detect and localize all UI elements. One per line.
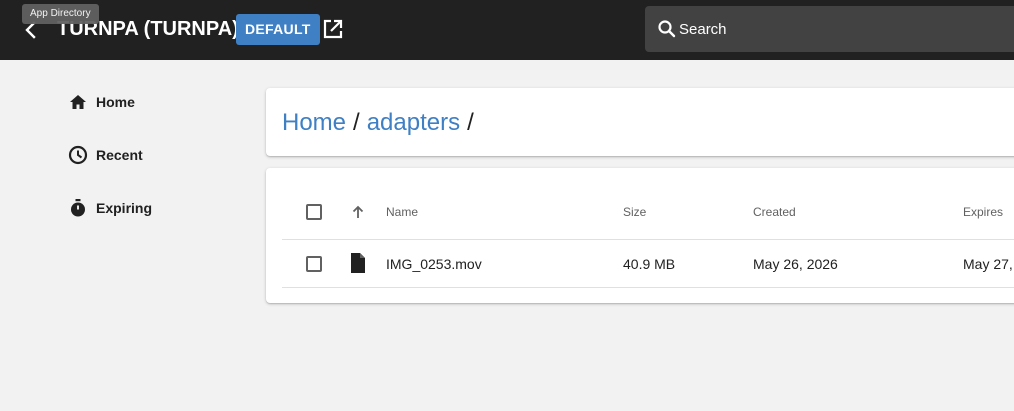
sidebar-item-expiring[interactable]: Expiring — [66, 196, 152, 220]
default-badge[interactable]: DEFAULT — [236, 14, 320, 45]
column-header-expires[interactable]: Expires — [963, 205, 1003, 219]
arrow-up-sort-icon[interactable] — [350, 204, 366, 220]
sidebar-item-label: Expiring — [96, 200, 153, 216]
search-box[interactable] — [645, 6, 1014, 52]
open-in-new-icon[interactable] — [322, 18, 344, 40]
search-input[interactable] — [679, 6, 1009, 52]
sidebar-item-label: Recent — [96, 147, 143, 163]
breadcrumb-link-home[interactable]: Home — [282, 109, 346, 136]
top-app-bar: TURNPA (TURNPA) App Directory DEFAULT — [0, 0, 1014, 60]
stopwatch-icon — [66, 196, 90, 220]
home-icon — [66, 90, 90, 114]
select-all-checkbox[interactable] — [306, 204, 322, 220]
column-header-created[interactable]: Created — [753, 205, 796, 219]
sidebar-item-label: Home — [96, 94, 135, 110]
sidebar-item-recent[interactable]: Recent — [66, 143, 143, 167]
table-divider — [282, 239, 1014, 240]
breadcrumb-card: Home / adapters / — [266, 88, 1014, 156]
breadcrumb-separator: / — [467, 109, 474, 136]
breadcrumb: Home / adapters / — [282, 108, 481, 138]
row-checkbox[interactable] — [306, 256, 322, 272]
back-tooltip: App Directory — [22, 4, 99, 24]
file-size: 40.9 MB — [623, 256, 676, 272]
column-header-name[interactable]: Name — [386, 205, 418, 219]
sidebar-item-home[interactable]: Home — [66, 90, 135, 114]
column-header-size[interactable]: Size — [623, 205, 646, 219]
file-name[interactable]: IMG_0253.mov — [386, 256, 482, 272]
file-expires: May 27, — [963, 256, 1013, 272]
file-table-card: Name Size Created Expires IMG_0253.mov 4… — [266, 168, 1014, 303]
breadcrumb-link-adapters[interactable]: adapters — [367, 109, 460, 136]
clock-icon — [66, 143, 90, 167]
file-icon — [351, 253, 365, 273]
table-divider — [282, 287, 1014, 288]
file-created: May 26, 2026 — [753, 256, 838, 272]
breadcrumb-separator: / — [353, 109, 360, 136]
search-icon — [658, 20, 676, 38]
